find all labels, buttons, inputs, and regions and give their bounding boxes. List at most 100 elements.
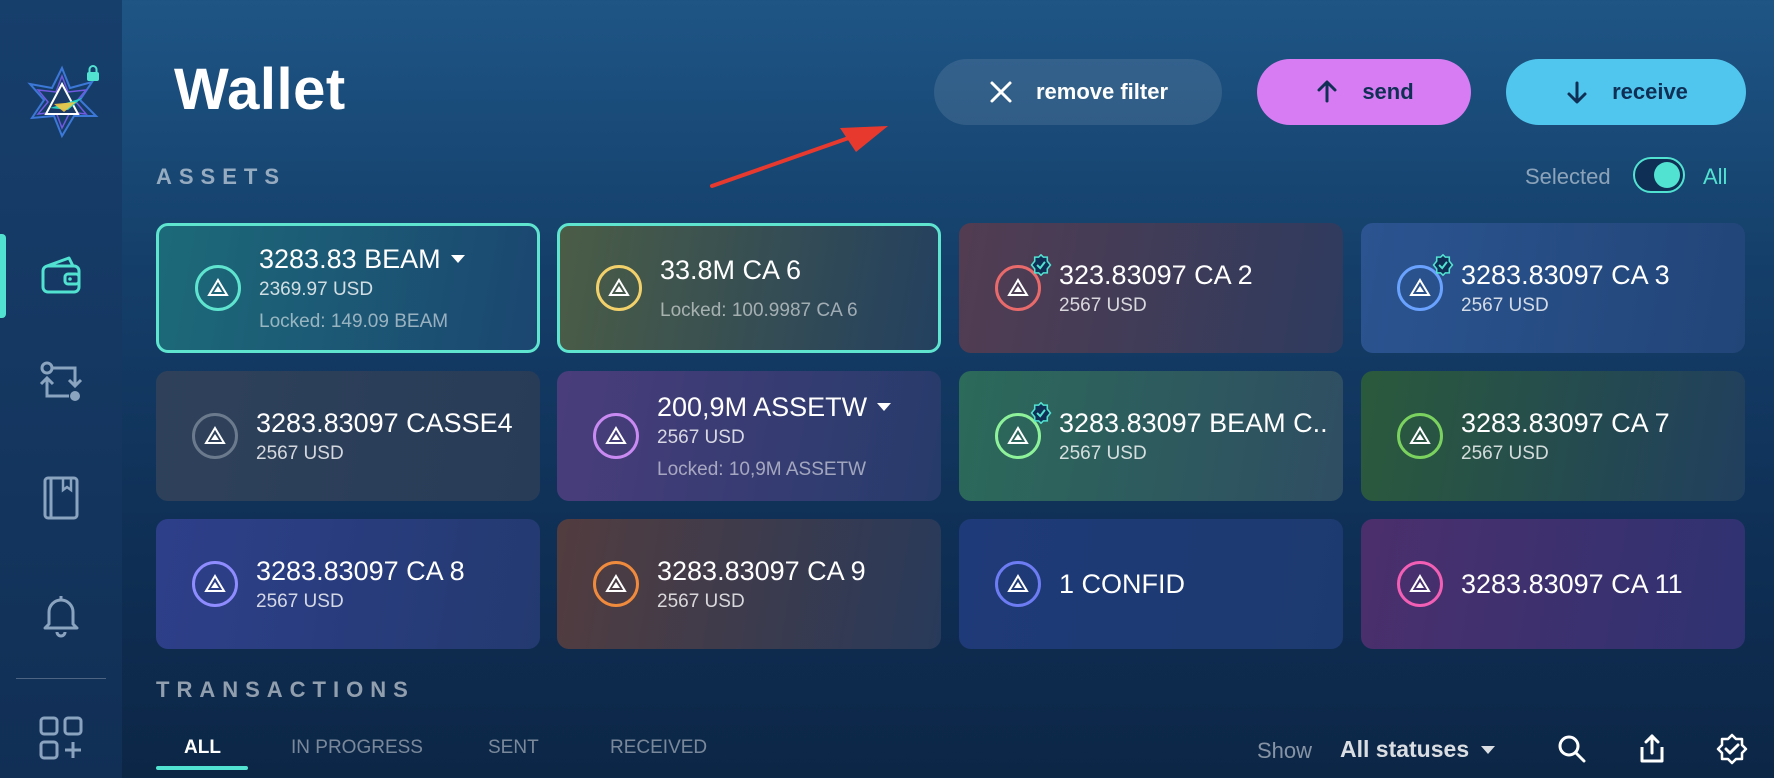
sidebar-item-address-book[interactable] bbox=[0, 456, 122, 540]
chevron-down-icon bbox=[1481, 745, 1496, 754]
asset-amount-value: 3283.83097 CA 3 bbox=[1461, 259, 1670, 290]
asset-amount-value: 200,9M ASSETW bbox=[657, 391, 868, 422]
beam-triangle-icon bbox=[605, 426, 627, 444]
asset-card[interactable]: 3283.83 BEAM 2369.97 USD Locked: 149.09 BE… bbox=[156, 223, 540, 353]
asset-amount: 323.83097 CA 2 bbox=[1059, 260, 1253, 291]
asset-card-text: 3283.83097 CA 9 2567 USD bbox=[657, 556, 866, 613]
sidebar-item-swap[interactable] bbox=[0, 340, 122, 424]
asset-amount-value: 3283.83097 BEAM C.. bbox=[1059, 407, 1328, 438]
receive-button[interactable]: receive bbox=[1506, 59, 1746, 125]
sidebar-divider bbox=[16, 678, 106, 679]
asset-amount-value: 3283.83097 CA 11 bbox=[1461, 568, 1683, 599]
beam-triangle-icon bbox=[204, 426, 226, 444]
assets-section-label: ASSETS bbox=[156, 164, 287, 189]
verified-badge-icon bbox=[1030, 254, 1052, 276]
asset-card[interactable]: 323.83097 CA 2 2567 USD bbox=[959, 223, 1343, 353]
asset-card[interactable]: 1 CONFID bbox=[959, 519, 1343, 649]
beam-triangle-icon bbox=[1007, 278, 1029, 296]
asset-amount-value: 1 CONFID bbox=[1059, 568, 1186, 599]
beam-triangle-icon bbox=[207, 278, 229, 296]
asset-coin-icon bbox=[596, 265, 642, 311]
asset-card-text: 3283.83097 CA 11 bbox=[1461, 569, 1683, 600]
asset-coin-icon bbox=[593, 561, 639, 607]
asset-amount-value: 3283.83097 CA 8 bbox=[256, 555, 465, 586]
beam-triangle-icon bbox=[605, 574, 627, 592]
asset-amount: 33.8M CA 6 bbox=[660, 255, 858, 286]
arrow-up-icon bbox=[1317, 80, 1337, 103]
asset-amount: 3283.83097 CA 8 bbox=[256, 556, 465, 587]
asset-card[interactable]: 3283.83097 CA 9 2567 USD bbox=[557, 519, 941, 649]
apps-icon bbox=[39, 716, 83, 760]
chevron-down-icon[interactable] bbox=[450, 255, 465, 263]
address-book-icon bbox=[43, 476, 79, 520]
asset-amount: 1 CONFID bbox=[1059, 569, 1185, 600]
beam-triangle-icon bbox=[1409, 278, 1431, 296]
asset-coin-icon bbox=[192, 561, 238, 607]
asset-card-text: 3283.83097 BEAM C.. 2567 USD bbox=[1059, 408, 1328, 465]
asset-card-text: 1 CONFID bbox=[1059, 569, 1185, 600]
status-filter-dropdown[interactable]: All statuses bbox=[1340, 736, 1496, 763]
asset-card-text: 3283.83097 CA 7 2567 USD bbox=[1461, 408, 1670, 465]
sidebar bbox=[0, 0, 122, 778]
asset-amount: 3283.83097 CASSE4 bbox=[256, 408, 513, 439]
asset-card[interactable]: 3283.83097 CA 3 2567 USD bbox=[1361, 223, 1745, 353]
page-title: Wallet bbox=[174, 57, 346, 122]
beam-triangle-icon bbox=[1007, 426, 1029, 444]
tab-received[interactable]: RECEIVED bbox=[610, 737, 707, 759]
tab-all[interactable]: ALL bbox=[184, 737, 221, 759]
remove-filter-label: remove filter bbox=[1035, 79, 1169, 104]
asset-amount: 3283.83097 CA 11 bbox=[1461, 569, 1683, 600]
asset-locked-value: Locked: 149.09 BEAM bbox=[259, 310, 449, 332]
asset-card-text: 3283.83097 CA 3 2567 USD bbox=[1461, 260, 1670, 317]
transactions-section-label: TRANSACTIONS bbox=[156, 677, 415, 702]
send-button[interactable]: send bbox=[1257, 59, 1471, 125]
lock-icon bbox=[87, 65, 99, 81]
asset-card-text: 3283.83097 CA 8 2567 USD bbox=[256, 556, 465, 613]
status-filter-value: All statuses bbox=[1340, 736, 1470, 762]
asset-amount: 3283.83 BEAM bbox=[259, 244, 465, 275]
asset-usd-value: 2567 USD bbox=[657, 590, 745, 612]
sidebar-item-wallet[interactable] bbox=[0, 234, 122, 318]
asset-card[interactable]: 200,9M ASSETW 2567 USD Locked: 10,9M ASSET… bbox=[557, 371, 941, 501]
selected-all-toggle[interactable] bbox=[1633, 157, 1685, 193]
remove-filter-button[interactable]: remove filter bbox=[934, 59, 1222, 125]
chevron-down-icon[interactable] bbox=[877, 403, 892, 411]
sidebar-item-apps[interactable] bbox=[0, 696, 122, 778]
arrow-down-icon bbox=[1567, 81, 1587, 104]
toggle-all-label: All bbox=[1703, 164, 1728, 189]
asset-amount: 200,9M ASSETW bbox=[657, 391, 892, 423]
tab-in-progress[interactable]: IN PROGRESS bbox=[291, 737, 423, 759]
asset-usd-value: 2567 USD bbox=[256, 590, 344, 612]
asset-card[interactable]: 3283.83097 CASSE4 2567 USD bbox=[156, 371, 540, 501]
asset-card[interactable]: 3283.83097 BEAM C.. 2567 USD bbox=[959, 371, 1343, 501]
toggle-knob bbox=[1654, 162, 1680, 188]
asset-card[interactable]: 3283.83097 CA 8 2567 USD bbox=[156, 519, 540, 649]
asset-card-text: 3283.83097 CASSE4 2567 USD bbox=[256, 408, 513, 465]
asset-usd-value: 2567 USD bbox=[1461, 294, 1549, 316]
asset-amount-value: 33.8M CA 6 bbox=[660, 254, 802, 285]
send-label: send bbox=[1362, 79, 1414, 104]
asset-card[interactable]: 3283.83097 CA 11 bbox=[1361, 519, 1745, 649]
asset-coin-icon bbox=[593, 413, 639, 459]
beam-triangle-icon bbox=[608, 278, 630, 296]
asset-coin-icon bbox=[995, 254, 1052, 311]
asset-card-text: 3283.83 BEAM 2369.97 USD Locked: 149.09 BE… bbox=[259, 244, 465, 333]
sidebar-item-notifications[interactable] bbox=[0, 572, 122, 656]
bell-icon bbox=[43, 596, 79, 638]
asset-usd-value: 2567 USD bbox=[1059, 294, 1147, 316]
asset-coin-icon bbox=[1397, 413, 1443, 459]
verified-badge-icon bbox=[1030, 402, 1052, 424]
verify-icon[interactable] bbox=[1716, 733, 1748, 765]
asset-card-text: 33.8M CA 6 Locked: 100.9987 CA 6 bbox=[660, 255, 858, 322]
search-icon[interactable] bbox=[1556, 733, 1588, 765]
asset-card-text: 200,9M ASSETW 2567 USD Locked: 10,9M ASSET… bbox=[657, 391, 892, 481]
receive-label: receive bbox=[1612, 79, 1688, 104]
asset-card[interactable]: 3283.83097 CA 7 2567 USD bbox=[1361, 371, 1745, 501]
export-icon[interactable] bbox=[1636, 733, 1668, 765]
asset-locked-value: Locked: 100.9987 CA 6 bbox=[660, 299, 858, 321]
asset-amount: 3283.83097 CA 7 bbox=[1461, 408, 1670, 439]
asset-usd-value: 2567 USD bbox=[657, 426, 745, 448]
tab-sent[interactable]: SENT bbox=[488, 737, 539, 759]
verified-badge-icon bbox=[1432, 254, 1454, 276]
asset-card[interactable]: 33.8M CA 6 Locked: 100.9987 CA 6 bbox=[557, 223, 941, 353]
